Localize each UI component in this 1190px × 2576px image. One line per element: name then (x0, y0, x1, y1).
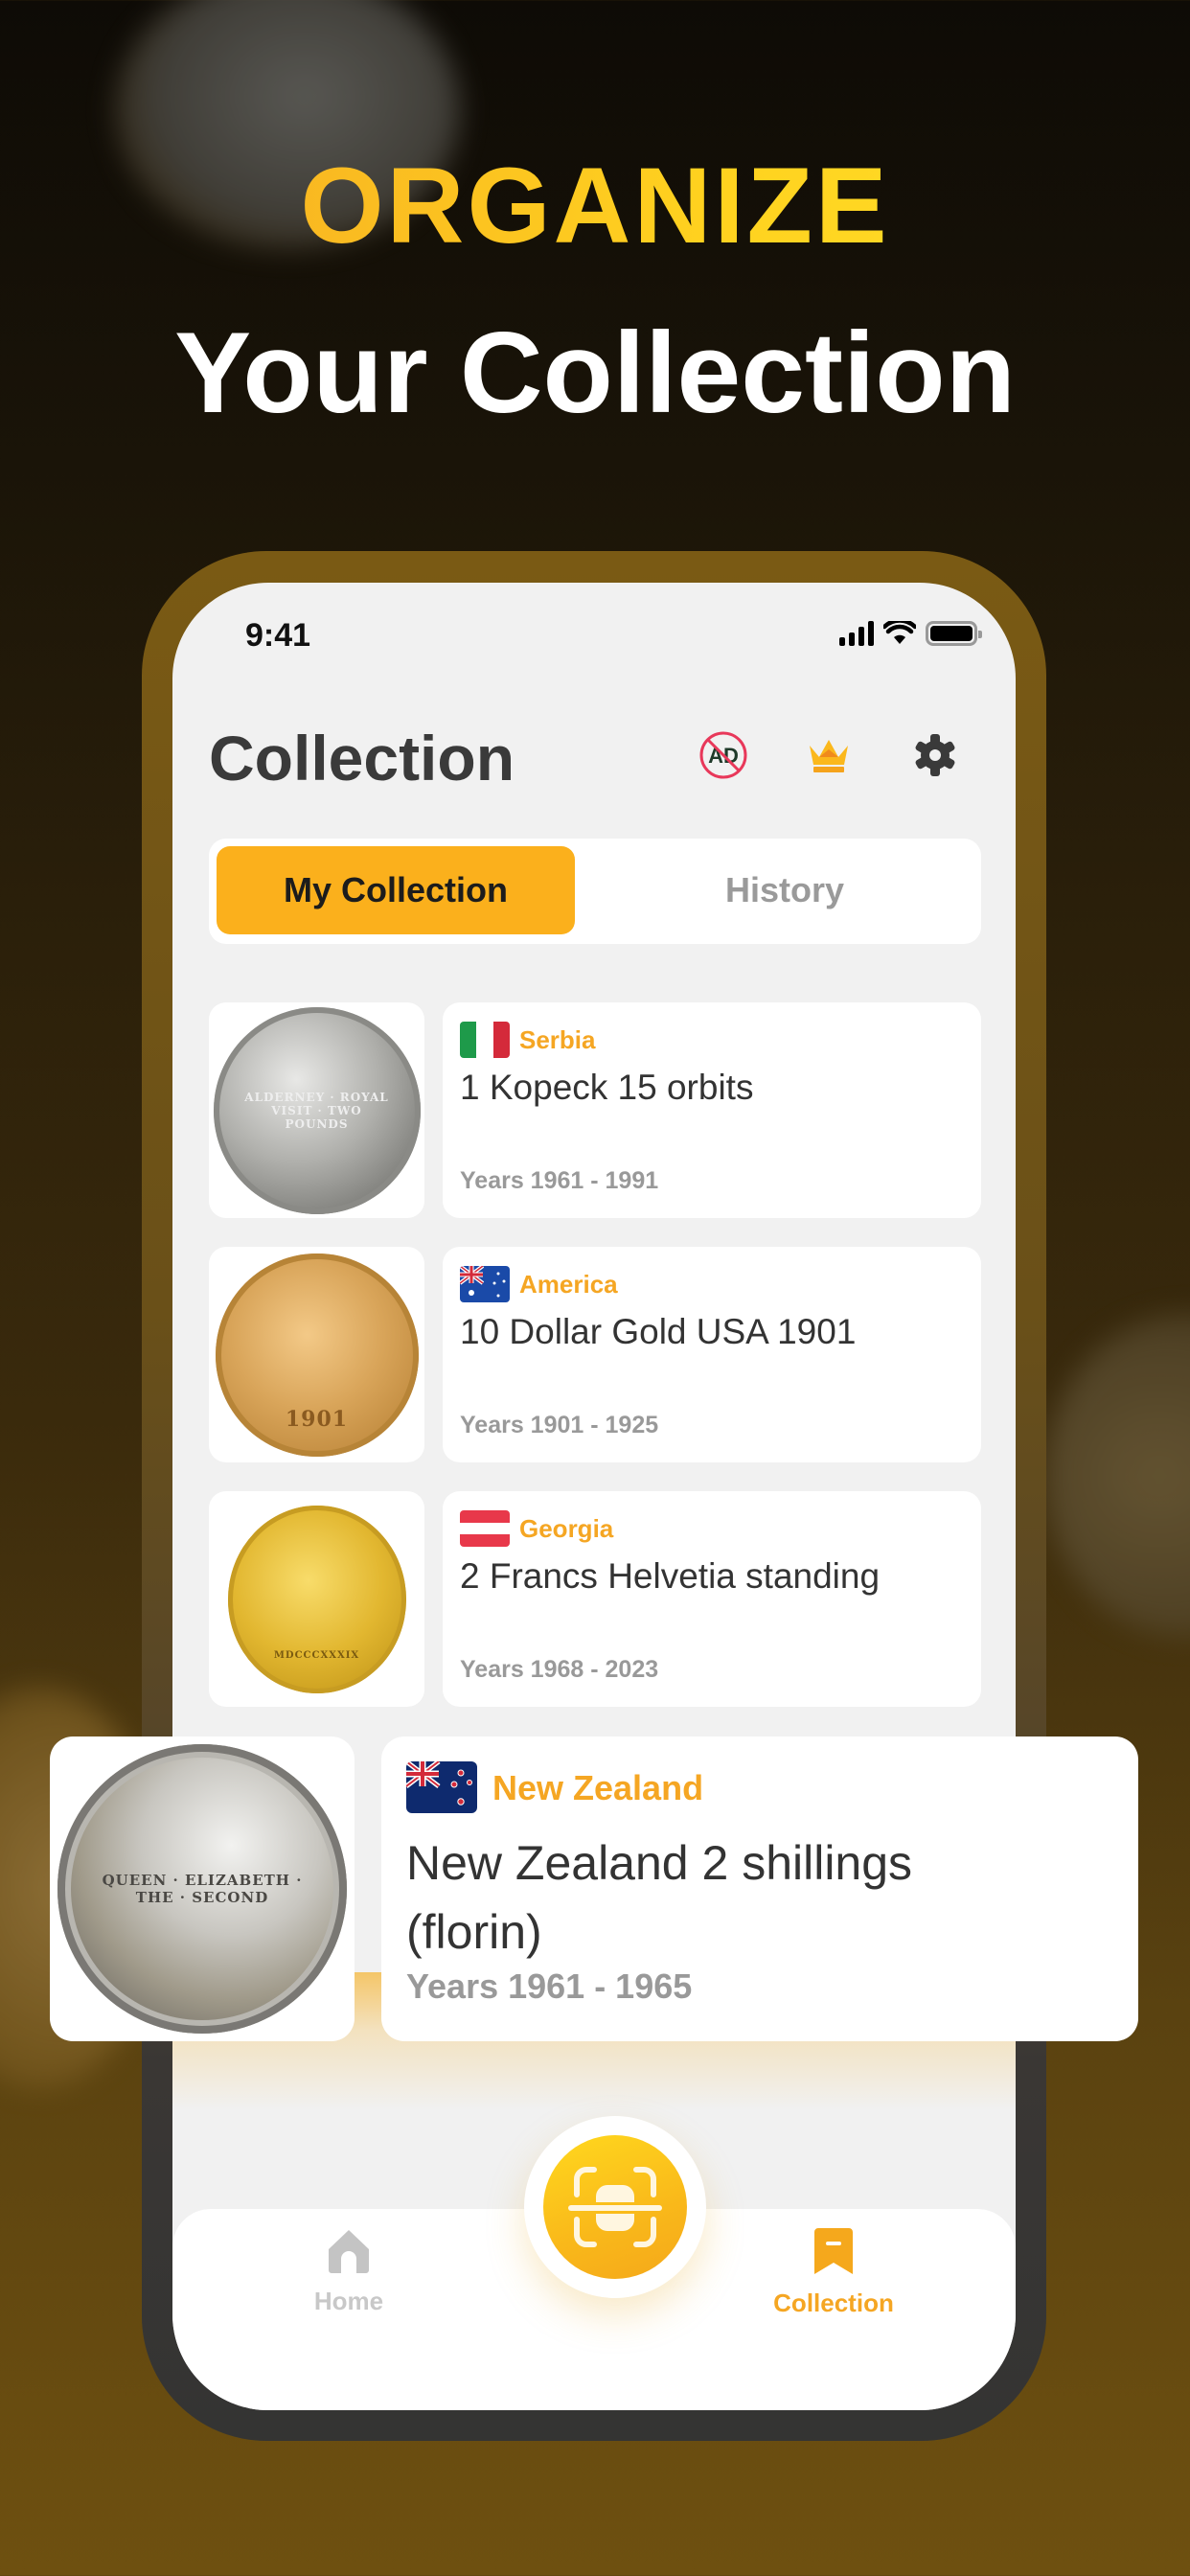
coin-years: Years 1901 - 1925 (460, 1412, 659, 1438)
wifi-icon (883, 621, 916, 644)
status-time: 9:41 (245, 617, 311, 654)
italy-flag-icon (460, 1022, 510, 1058)
coin-name: 10 Dollar Gold USA 1901 (460, 1312, 857, 1351)
tab-history[interactable]: History (606, 846, 964, 934)
collection-item[interactable]: 1901 America 10 Dollar Gold USA 1901 Yea… (209, 1247, 981, 1462)
gold-coin-image: 1901 (215, 1253, 419, 1457)
coin-thumbnail: 1901 (209, 1247, 424, 1462)
tab-my-collection[interactable]: My Collection (217, 846, 575, 934)
remove-ads-button[interactable]: AD (695, 726, 752, 784)
cellular-signal-icon (839, 621, 874, 646)
scan-coin-button[interactable] (524, 2116, 706, 2298)
coin-years: Years 1961 - 1991 (460, 1167, 659, 1194)
coin-info-card: New Zealand New Zealand 2 shillings (flo… (381, 1736, 1138, 2041)
tab-home[interactable]: Home (253, 2228, 445, 2316)
home-icon (329, 2230, 369, 2273)
austria-flag-icon (460, 1510, 510, 1547)
queen-elizabeth-coin-image: QUEEN · ELIZABETH · THE · SECOND (57, 1744, 347, 2034)
silver-coin-image: ALDERNEY · ROYAL VISIT · TWO POUNDS (213, 1006, 421, 1214)
coin-country: Serbia (519, 1025, 596, 1054)
tab-collection-label: Collection (773, 2288, 894, 2317)
collection-item[interactable]: MDCCCXXXIX Georgia 2 Francs Helvetia sta… (209, 1491, 981, 1707)
australia-flag-icon (460, 1266, 510, 1302)
coin-name: 1 Kopeck 15 orbits (460, 1068, 754, 1107)
coin-country: America (519, 1270, 618, 1299)
status-icons (839, 621, 982, 646)
coin-thumbnail: MDCCCXXXIX (209, 1491, 424, 1707)
coin-info-card: Georgia 2 Francs Helvetia standing Years… (443, 1491, 981, 1707)
premium-button[interactable] (800, 726, 858, 784)
scan-icon (568, 2167, 662, 2247)
phone-frame: 9:41 Collection AD (142, 551, 1046, 2441)
background-blurred-coin (1044, 1313, 1190, 1639)
settings-button[interactable] (906, 726, 964, 784)
collection-segmented-control: My Collection History (209, 839, 981, 944)
no-ads-icon: AD (699, 731, 747, 779)
hero-headline: ORGANIZE (0, 144, 1190, 267)
coin-name: New Zealand 2 shillings (florin) (406, 1836, 913, 1959)
tab-home-label: Home (313, 2287, 384, 2315)
app-screen: 9:41 Collection AD (172, 583, 1016, 2410)
coin-country: Georgia (519, 1514, 614, 1543)
coin-thumbnail: ALDERNEY · ROYAL VISIT · TWO POUNDS (209, 1002, 424, 1218)
coin-info-card: Serbia 1 Kopeck 15 orbits Years 1961 - 1… (443, 1002, 981, 1218)
gold-coin-image: MDCCCXXXIX (227, 1505, 406, 1693)
hero-subheadline: Your Collection (174, 309, 1016, 437)
coin-name: 2 Francs Helvetia standing (460, 1556, 881, 1596)
coin-info-card: America 10 Dollar Gold USA 1901 Years 19… (443, 1247, 981, 1462)
collection-item[interactable]: ALDERNEY · ROYAL VISIT · TWO POUNDS Serb… (209, 1002, 981, 1218)
featured-collection-item[interactable]: QUEEN · ELIZABETH · THE · SECOND New Zea… (50, 1736, 1138, 2041)
coin-thumbnail: QUEEN · ELIZABETH · THE · SECOND (50, 1736, 355, 2041)
tab-collection[interactable]: Collection (738, 2228, 929, 2318)
gear-icon (915, 734, 955, 776)
coin-years: Years 1961 - 1965 (406, 1966, 693, 2006)
bookmark-icon (814, 2228, 853, 2274)
coin-country: New Zealand (492, 1768, 704, 1807)
crown-icon (810, 740, 848, 772)
new-zealand-flag-icon (406, 1761, 477, 1813)
coin-years: Years 1968 - 2023 (460, 1656, 659, 1683)
battery-icon (926, 621, 982, 646)
page-title: Collection (209, 723, 515, 794)
